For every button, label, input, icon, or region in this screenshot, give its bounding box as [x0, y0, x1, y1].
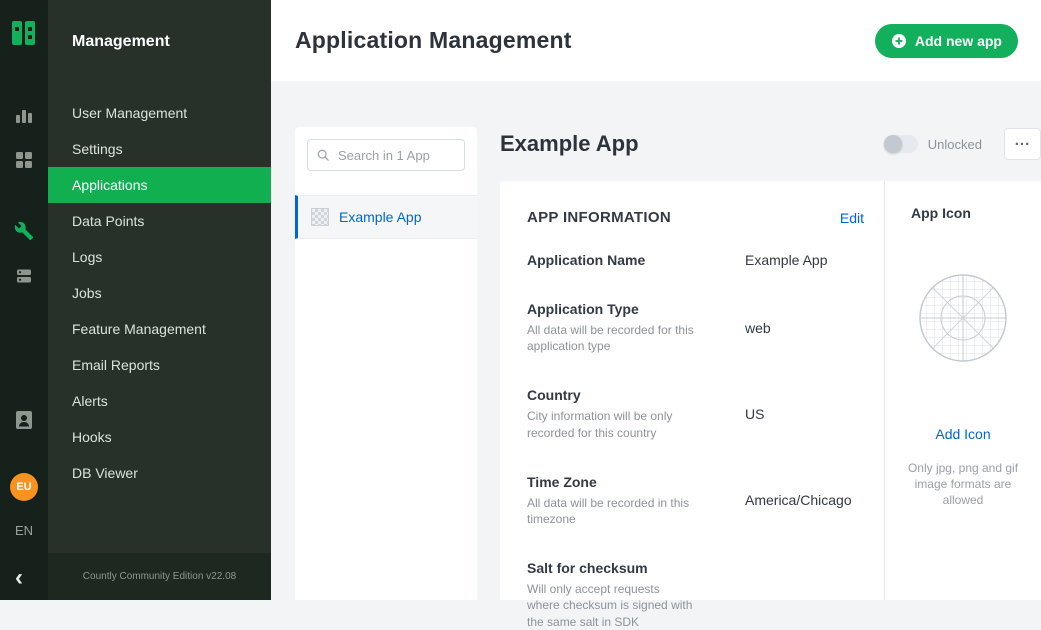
edition-version-label: Countly Community Edition v22.08 [83, 571, 236, 582]
app-information-section: APP INFORMATION Edit Application Name Ex… [500, 181, 884, 600]
app-search-input[interactable] [336, 147, 455, 164]
sidebar-item-email-reports[interactable]: Email Reports [48, 347, 271, 383]
edit-link[interactable]: Edit [840, 210, 864, 226]
plus-circle-icon [891, 33, 907, 49]
field-value: Example App [745, 252, 828, 268]
rail-nav [12, 103, 36, 309]
app-information-header: APP INFORMATION Edit [527, 209, 864, 226]
field-description: All data will be recorded in this timezo… [527, 495, 695, 527]
collapse-sidebar-button[interactable]: ‹ [15, 566, 23, 590]
add-new-app-button[interactable]: Add new app [875, 24, 1018, 58]
add-new-app-label: Add new app [915, 33, 1002, 49]
user-guide-icon[interactable] [12, 408, 36, 432]
app-thumbnail-icon [311, 208, 329, 226]
sidebar-item-feature-management[interactable]: Feature Management [48, 311, 271, 347]
field-salt-for-checksum: Salt for checksum Will only accept reque… [527, 560, 864, 630]
app-icon-placeholder [918, 273, 1008, 368]
lock-state-label: Unlocked [928, 137, 982, 152]
content-area: Example App Example App Unlocked ... [271, 81, 1041, 600]
sidebar-item-db-viewer[interactable]: DB Viewer [48, 455, 271, 491]
field-description: All data will be recorded for this appli… [527, 322, 695, 354]
user-avatar[interactable]: EU [10, 473, 38, 501]
sidebar: Management User Management Settings Appl… [48, 0, 271, 600]
add-icon-link[interactable]: Add Icon [935, 426, 990, 442]
section-title: APP INFORMATION [527, 209, 671, 226]
icon-format-note: Only jpg, png and gif image formats are … [885, 460, 1041, 509]
sidebar-item-data-points[interactable]: Data Points [48, 203, 271, 239]
sidebar-item-jobs[interactable]: Jobs [48, 275, 271, 311]
apps-grid-icon[interactable] [12, 148, 36, 172]
field-label: Salt for checksum [527, 560, 745, 576]
sidebar-menu: User Management Settings Applications Da… [48, 95, 271, 491]
lock-toggle[interactable] [884, 135, 918, 153]
field-country: Country City information will be only re… [527, 387, 864, 440]
field-description: Will only accept requests where checksum… [527, 581, 695, 630]
more-options-button[interactable]: ... [1004, 128, 1041, 160]
sidebar-item-applications[interactable]: Applications [48, 167, 271, 203]
icon-rail: EU EN ‹ [0, 0, 48, 600]
app-item-label: Example App [339, 209, 422, 225]
field-label: Country [527, 387, 745, 403]
field-time-zone: Time Zone All data will be recorded in t… [527, 474, 864, 527]
page-title: Application Management [295, 27, 572, 54]
sidebar-item-logs[interactable]: Logs [48, 239, 271, 275]
field-value: America/Chicago [745, 492, 852, 508]
management-wrench-icon[interactable] [12, 219, 36, 243]
sidebar-title: Management [48, 0, 271, 51]
field-application-type: Application Type All data will be record… [527, 301, 864, 354]
field-value: US [745, 406, 764, 422]
app-information-card: APP INFORMATION Edit Application Name Ex… [500, 181, 1041, 600]
countly-logo-icon [9, 18, 39, 48]
search-icon [317, 148, 329, 162]
detail-header: Example App Unlocked ... [500, 127, 1041, 161]
field-description: City information will be only recorded f… [527, 408, 695, 440]
sidebar-item-settings[interactable]: Settings [48, 131, 271, 167]
app-list-panel: Example App [295, 127, 477, 600]
language-selector[interactable]: EN [15, 523, 33, 538]
app-icon-panel: App Icon [884, 181, 1041, 600]
detail-controls: Unlocked ... [884, 128, 1041, 160]
sidebar-item-alerts[interactable]: Alerts [48, 383, 271, 419]
field-label: Time Zone [527, 474, 745, 490]
sidebar-item-hooks[interactable]: Hooks [48, 419, 271, 455]
field-value: web [745, 320, 771, 336]
analytics-icon[interactable] [12, 103, 36, 127]
countly-app: EU EN ‹ Management User Management Setti… [0, 0, 1041, 600]
field-label: Application Type [527, 301, 745, 317]
lock-toggle-knob[interactable] [884, 135, 902, 153]
data-stack-icon[interactable] [12, 264, 36, 288]
countly-logo[interactable] [9, 18, 39, 53]
rail-bottom: EU EN [10, 408, 38, 538]
app-name-heading: Example App [500, 131, 639, 157]
page-header: Application Management Add new app [271, 0, 1041, 81]
app-search [307, 139, 465, 171]
app-list-item-example-app[interactable]: Example App [295, 195, 477, 239]
app-icon-title: App Icon [885, 205, 971, 221]
field-label: Application Name [527, 252, 745, 268]
field-application-name: Application Name Example App [527, 252, 864, 268]
main-area: Application Management Add new app [271, 0, 1041, 600]
sidebar-item-user-management[interactable]: User Management [48, 95, 271, 131]
sidebar-footer: Countly Community Edition v22.08 [48, 553, 271, 600]
app-detail: Example App Unlocked ... APP INFORMATION… [500, 127, 1041, 600]
